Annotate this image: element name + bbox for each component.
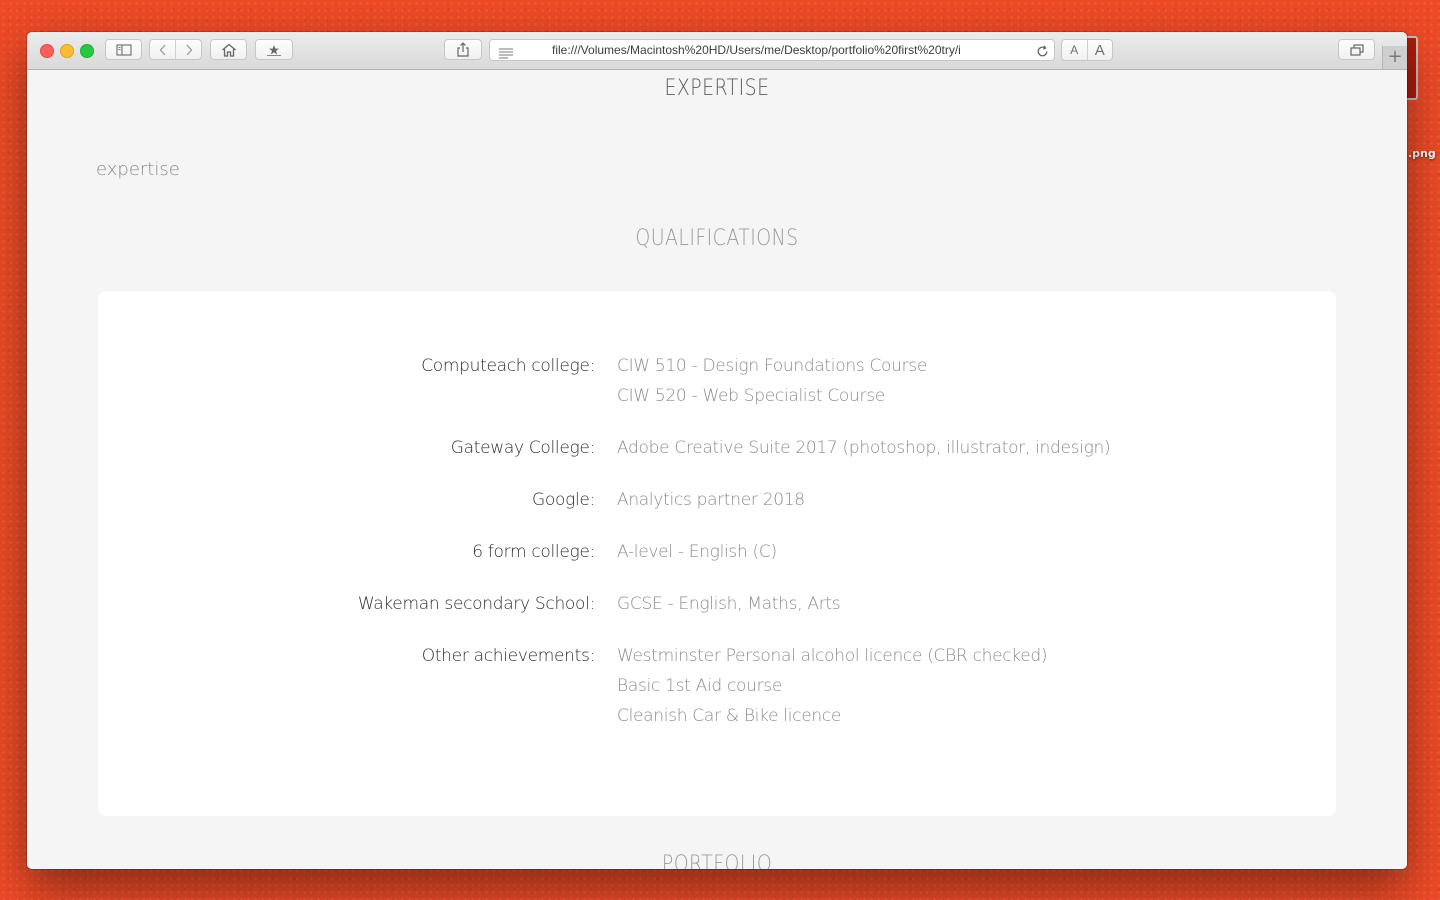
qualification-row: Gateway College: Adobe Creative Suite 20… xyxy=(98,433,1336,463)
qualification-row: Wakeman secondary School: GCSE - English… xyxy=(98,589,1336,619)
institution-name: Gateway College: xyxy=(450,438,596,458)
history-nav xyxy=(149,39,202,60)
url-text[interactable]: file:///Volumes/Macintosh%20HD/Users/me/… xyxy=(552,43,992,57)
sidebar-toggle-button[interactable] xyxy=(105,39,142,60)
increase-text-size-button[interactable]: A xyxy=(1086,40,1113,60)
expertise-heading: EXPERTISE xyxy=(664,76,770,101)
text-size-group: A A xyxy=(1061,39,1113,61)
new-tab-button[interactable]: + xyxy=(1382,46,1407,69)
bookmark-star-icon xyxy=(267,44,281,56)
forward-button[interactable] xyxy=(175,40,201,59)
qualification-items: CIW 510 - Design Foundations Course CIW … xyxy=(617,351,927,411)
qualification-items: Analytics partner 2018 xyxy=(617,485,805,515)
tab-overview-button[interactable] xyxy=(1338,39,1375,60)
decrease-text-size-button[interactable]: A xyxy=(1062,40,1087,60)
back-button[interactable] xyxy=(150,40,175,59)
qualification-row: Google: Analytics partner 2018 xyxy=(98,485,1336,515)
chevron-left-icon xyxy=(159,44,165,55)
reload-icon[interactable] xyxy=(1036,43,1049,62)
bookmarks-button[interactable] xyxy=(255,39,293,60)
institution-name: Google: xyxy=(532,490,595,510)
home-button[interactable] xyxy=(210,39,247,60)
institution-name: Other achievements: xyxy=(421,646,596,666)
page-viewport[interactable]: EXPERTISE expertise QUALIFICATIONS Compu… xyxy=(27,70,1407,869)
home-icon xyxy=(221,43,236,57)
qualification-item: Cleanish Car & Bike licence xyxy=(617,706,842,726)
qualification-item: Analytics partner 2018 xyxy=(617,490,805,510)
institution-name: Wakeman secondary School: xyxy=(357,594,595,614)
qualification-item: CIW 520 - Web Specialist Course xyxy=(617,386,885,406)
portfolio-heading: PORTFOLIO xyxy=(661,852,773,869)
qualification-row: Computeach college: CIW 510 - Design Fou… xyxy=(98,351,1336,411)
zoom-window-button[interactable] xyxy=(80,44,94,58)
qualification-items: GCSE - English, Maths, Arts xyxy=(617,589,841,619)
qualification-row: Other achievements: Westminster Personal… xyxy=(98,641,1336,731)
sidebar-icon xyxy=(115,43,132,56)
qualification-item: Basic 1st Aid course xyxy=(617,676,782,696)
desktop-file-label[interactable]: .png xyxy=(1408,147,1436,160)
institution-name: 6 form college: xyxy=(472,542,595,562)
qualification-items: A-level - English (C) xyxy=(617,537,777,567)
browser-toolbar: file:///Volumes/Macintosh%20HD/Users/me/… xyxy=(27,32,1407,70)
minimize-window-button[interactable] xyxy=(60,44,74,58)
qualification-item: CIW 510 - Design Foundations Course xyxy=(617,356,928,376)
share-button[interactable] xyxy=(444,39,482,60)
qualification-items: Westminster Personal alcohol licence (CB… xyxy=(617,641,1048,731)
qualification-row: 6 form college: A-level - English (C) xyxy=(98,537,1336,567)
address-bar[interactable]: file:///Volumes/Macintosh%20HD/Users/me/… xyxy=(489,39,1055,61)
qualification-item: Westminster Personal alcohol licence (CB… xyxy=(617,646,1048,666)
browser-window: file:///Volumes/Macintosh%20HD/Users/me/… xyxy=(27,32,1407,869)
qualifications-card: Computeach college: CIW 510 - Design Fou… xyxy=(98,291,1336,816)
tabs-icon xyxy=(1349,43,1364,56)
qualification-item: A-level - English (C) xyxy=(617,542,777,562)
reader-view-icon[interactable] xyxy=(498,44,514,63)
qualification-item: GCSE - English, Maths, Arts xyxy=(617,594,841,614)
qualification-items: Adobe Creative Suite 2017 (photoshop, il… xyxy=(617,433,1111,463)
qualifications-list: Computeach college: CIW 510 - Design Fou… xyxy=(98,351,1336,753)
close-window-button[interactable] xyxy=(40,44,54,58)
expertise-text: expertise xyxy=(96,159,180,180)
qualification-item: Adobe Creative Suite 2017 (photoshop, il… xyxy=(617,438,1111,458)
institution-name: Computeach college: xyxy=(421,356,595,376)
qualifications-heading: QUALIFICATIONS xyxy=(635,226,799,251)
chevron-right-icon xyxy=(186,44,192,55)
share-icon xyxy=(457,42,469,57)
